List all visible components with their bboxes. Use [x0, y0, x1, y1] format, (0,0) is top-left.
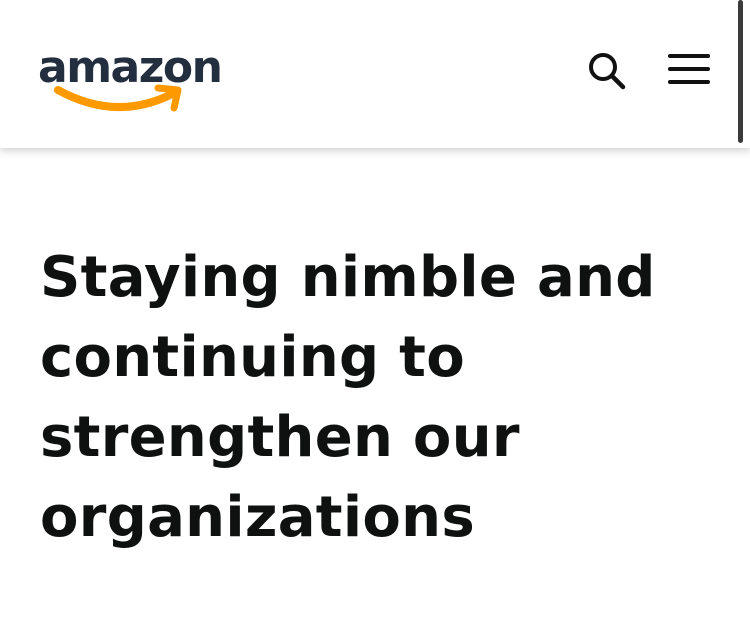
hamburger-menu-icon — [668, 54, 710, 84]
scrollbar[interactable] — [738, 0, 743, 143]
search-icon — [589, 53, 626, 90]
menu-button[interactable] — [664, 48, 714, 92]
site-header: amazon — [0, 0, 750, 148]
search-button[interactable] — [584, 48, 628, 92]
smile-arrow-icon — [54, 84, 182, 112]
article-headline: Staying nimble and continuing to strengt… — [40, 245, 656, 550]
amazon-logo[interactable]: amazon — [38, 44, 243, 124]
